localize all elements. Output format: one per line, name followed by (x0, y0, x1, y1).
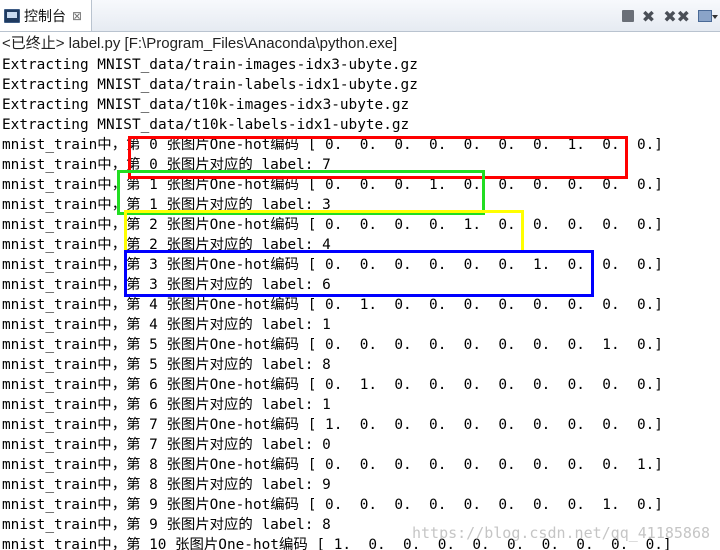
console-view-header: 控制台 ⊠ ✖ ✖✖ (0, 0, 720, 32)
console-line: mnist_train中，第 8 张图片One-hot编码 [ 0. 0. 0.… (2, 457, 663, 473)
display-selected-console-icon[interactable] (698, 9, 718, 23)
console-line: Extracting MNIST_data/train-labels-idx1-… (2, 77, 418, 93)
terminate-icon[interactable] (621, 10, 634, 22)
console-line: mnist_train中，第 0 张图片One-hot编码 [ 0. 0. 0.… (2, 137, 663, 153)
process-status: <已终止> label.py [F:\Program_Files\Anacond… (2, 35, 398, 52)
watermark: https://blog.csdn.net/qq_41185868 (411, 524, 710, 542)
console-line: mnist_train中，第 2 张图片对应的 label: 4 (2, 237, 331, 253)
console-line: mnist_train中，第 1 张图片One-hot编码 [ 0. 0. 0.… (2, 177, 663, 193)
console-line: mnist_train中，第 5 张图片One-hot编码 [ 0. 0. 0.… (2, 337, 663, 353)
remove-launch-icon[interactable]: ✖ (642, 7, 655, 26)
console-line: Extracting MNIST_data/t10k-labels-idx1-u… (2, 117, 410, 133)
console-line: mnist_train中，第 0 张图片对应的 label: 7 (2, 157, 331, 173)
console-line: mnist_train中，第 4 张图片One-hot编码 [ 0. 1. 0.… (2, 297, 663, 313)
console-line: mnist_train中，第 9 张图片One-hot编码 [ 0. 0. 0.… (2, 497, 663, 513)
console-line: mnist_train中，第 3 张图片对应的 label: 6 (2, 277, 331, 293)
console-icon (4, 8, 20, 23)
console-line: mnist_train中，第 6 张图片One-hot编码 [ 0. 1. 0.… (2, 377, 663, 393)
remove-all-launches-icon[interactable]: ✖✖ (663, 7, 690, 26)
tab-console[interactable]: 控制台 ⊠ (0, 0, 92, 31)
console-lines: Extracting MNIST_data/train-images-idx3-… (2, 55, 718, 550)
console-line: Extracting MNIST_data/t10k-images-idx3-u… (2, 97, 410, 113)
console-line: mnist_train中，第 7 张图片One-hot编码 [ 1. 0. 0.… (2, 417, 663, 433)
console-line: mnist_train中，第 5 张图片对应的 label: 8 (2, 357, 331, 373)
console-line: mnist_train中，第 3 张图片One-hot编码 [ 0. 0. 0.… (2, 257, 663, 273)
console-line: mnist_train中，第 2 张图片One-hot编码 [ 0. 0. 0.… (2, 217, 663, 233)
tab-console-title: 控制台 (24, 7, 66, 24)
console-line: mnist_train中，第 6 张图片对应的 label: 1 (2, 397, 331, 413)
console-line: mnist_train中，第 1 张图片对应的 label: 3 (2, 197, 331, 213)
console-line: Extracting MNIST_data/train-images-idx3-… (2, 57, 418, 73)
console-line: mnist_train中，第 7 张图片对应的 label: 0 (2, 437, 331, 453)
close-icon[interactable]: ⊠ (72, 9, 82, 23)
console-line: mnist_train中，第 8 张图片对应的 label: 9 (2, 477, 331, 493)
console-line: mnist_train中，第 4 张图片对应的 label: 1 (2, 317, 331, 333)
console-output[interactable]: Extracting MNIST_data/train-images-idx3-… (2, 55, 718, 550)
console-toolbar: ✖ ✖✖ (621, 6, 718, 26)
